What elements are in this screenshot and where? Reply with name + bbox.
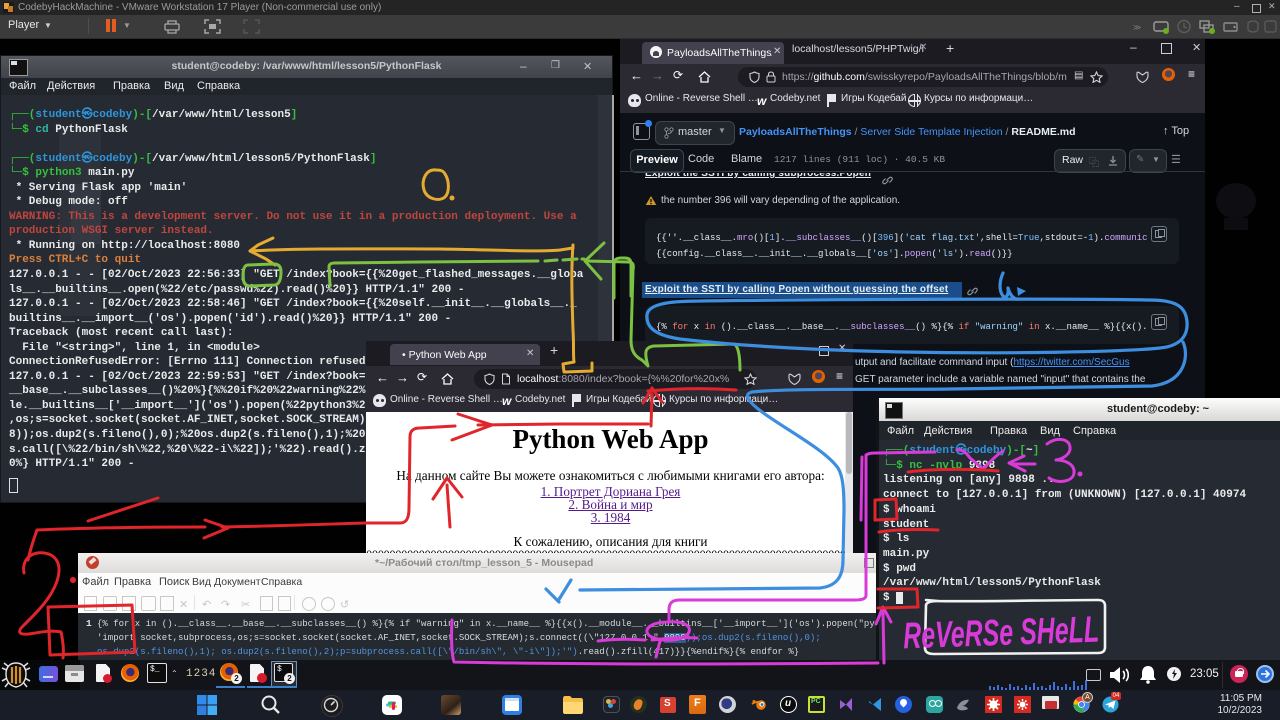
svg-text:ReVeRSe SHeLL: ReVeRSe SHeLL xyxy=(902,609,1099,657)
